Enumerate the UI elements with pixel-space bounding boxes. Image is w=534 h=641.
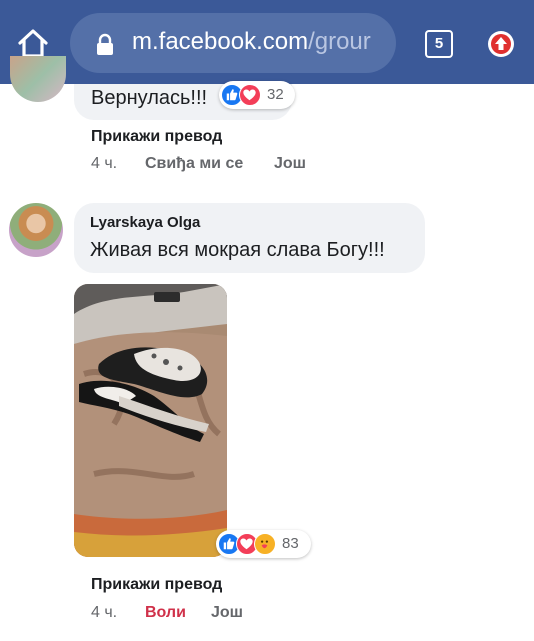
lock-icon: [97, 33, 113, 55]
reaction-summary[interactable]: 32: [219, 81, 295, 109]
comment-timestamp[interactable]: 4 ч.: [91, 155, 117, 173]
url-host: m.facebook.com: [132, 28, 309, 55]
care-reaction-icon: [254, 533, 276, 555]
comment-timestamp[interactable]: 4 ч.: [91, 604, 117, 622]
reaction-count: 83: [282, 535, 299, 552]
reaction-count: 32: [267, 86, 284, 103]
commenter-avatar[interactable]: [10, 56, 66, 102]
url-field[interactable]: m.facebook.com/grour: [70, 13, 396, 73]
browser-toolbar: m.facebook.com/grour 5: [0, 0, 534, 84]
url-text: m.facebook.com/grour: [132, 28, 371, 56]
update-menu-icon[interactable]: [487, 30, 515, 58]
comment-photo[interactable]: [74, 284, 227, 557]
more-button[interactable]: Још: [274, 155, 306, 173]
comment-text: Вернулась!!!: [91, 87, 208, 109]
comment-bubble: Lyarskaya Olga Живая вся мокрая слава Бо…: [74, 203, 425, 273]
like-button[interactable]: Свиђа ми се: [145, 155, 243, 173]
commenter-avatar[interactable]: [9, 203, 63, 257]
url-path: /grour: [308, 28, 371, 55]
comment-author[interactable]: Lyarskaya Olga: [90, 214, 200, 231]
show-translation-link[interactable]: Прикажи превод: [91, 576, 222, 594]
dogs-on-blanket-image: [74, 284, 227, 557]
comment-text: Живая вся мокрая слава Богу!!!: [90, 239, 385, 261]
love-reaction-icon: [239, 84, 261, 106]
tab-count-button[interactable]: 5: [425, 30, 453, 58]
show-translation-link[interactable]: Прикажи превод: [91, 128, 222, 146]
love-button[interactable]: Воли: [145, 604, 186, 622]
more-button[interactable]: Још: [211, 604, 243, 622]
reaction-summary[interactable]: 83: [216, 530, 311, 558]
home-icon[interactable]: [16, 26, 50, 60]
